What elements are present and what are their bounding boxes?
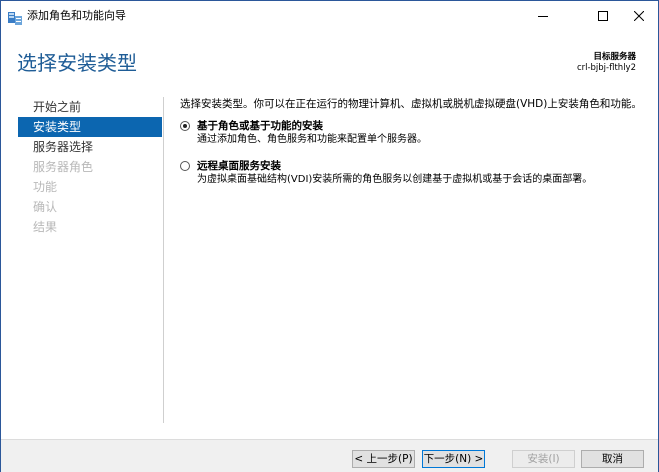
nav-item-results: 结果 <box>33 220 58 234</box>
radio-remote-desktop[interactable] <box>180 161 190 171</box>
nav-item-before-you-begin[interactable]: 开始之前 <box>18 97 162 117</box>
page-title: 选择安装类型 <box>17 51 137 75</box>
minimize-icon <box>538 16 548 17</box>
wizard-window: 添加角色和功能向导 选择安装类型 目标服务器 crl-bjbj-flthly2 … <box>0 0 659 472</box>
minimize-button[interactable] <box>523 1 563 31</box>
wizard-nav: 开始之前 安装类型 服务器选择 服务器角色 功能 确认 结果 <box>18 97 162 237</box>
nav-item-installation-type[interactable]: 安装类型 <box>18 117 162 137</box>
maximize-button[interactable] <box>583 1 623 31</box>
destination-server-name: crl-bjbj-flthly2 <box>576 63 636 73</box>
title-bar[interactable]: 添加角色和功能向导 <box>1 1 658 31</box>
close-icon <box>634 11 644 21</box>
option-role-based[interactable]: 基于角色或基于功能的安装 通过添加角色、角色服务和功能来配置单个服务器。 <box>180 119 640 147</box>
install-button: 安装(I) <box>512 450 575 468</box>
content-pane: 选择安装类型。你可以在正在运行的物理计算机、虚拟机或脱机虚拟硬盘(VHD)上安装… <box>180 97 642 187</box>
button-bar: < 上一步(P) 下一步(N) > 安装(I) 取消 <box>1 439 658 472</box>
intro-text: 选择安装类型。你可以在正在运行的物理计算机、虚拟机或脱机虚拟硬盘(VHD)上安装… <box>180 98 642 110</box>
nav-item-server-selection[interactable]: 服务器选择 <box>18 137 162 157</box>
option-remote-desktop-title[interactable]: 远程桌面服务安装 <box>197 159 640 173</box>
previous-button[interactable]: < 上一步(P) <box>352 450 415 468</box>
nav-divider <box>163 97 164 423</box>
server-manager-icon <box>8 10 22 25</box>
next-button[interactable]: 下一步(N) > <box>422 450 485 468</box>
window-title: 添加角色和功能向导 <box>27 9 126 22</box>
nav-item-features: 功能 <box>33 180 58 194</box>
option-remote-desktop-description: 为虚拟桌面基础结构(VDI)安装所需的角色服务以创建基于虚拟机或基于会话的桌面部… <box>197 174 593 185</box>
option-role-based-title[interactable]: 基于角色或基于功能的安装 <box>197 119 640 133</box>
nav-item-server-roles: 服务器角色 <box>33 160 94 174</box>
radio-role-based[interactable] <box>180 121 190 131</box>
nav-item-confirmation: 确认 <box>33 200 58 214</box>
option-remote-desktop[interactable]: 远程桌面服务安装 为虚拟桌面基础结构(VDI)安装所需的角色服务以创建基于虚拟机… <box>180 159 640 187</box>
cancel-button[interactable]: 取消 <box>581 450 644 468</box>
close-button[interactable] <box>619 1 659 31</box>
option-role-based-description: 通过添加角色、角色服务和功能来配置单个服务器。 <box>197 134 427 145</box>
destination-server-block: 目标服务器 crl-bjbj-flthly2 <box>577 52 636 74</box>
maximize-icon <box>598 11 608 21</box>
destination-label: 目标服务器 <box>593 52 636 62</box>
